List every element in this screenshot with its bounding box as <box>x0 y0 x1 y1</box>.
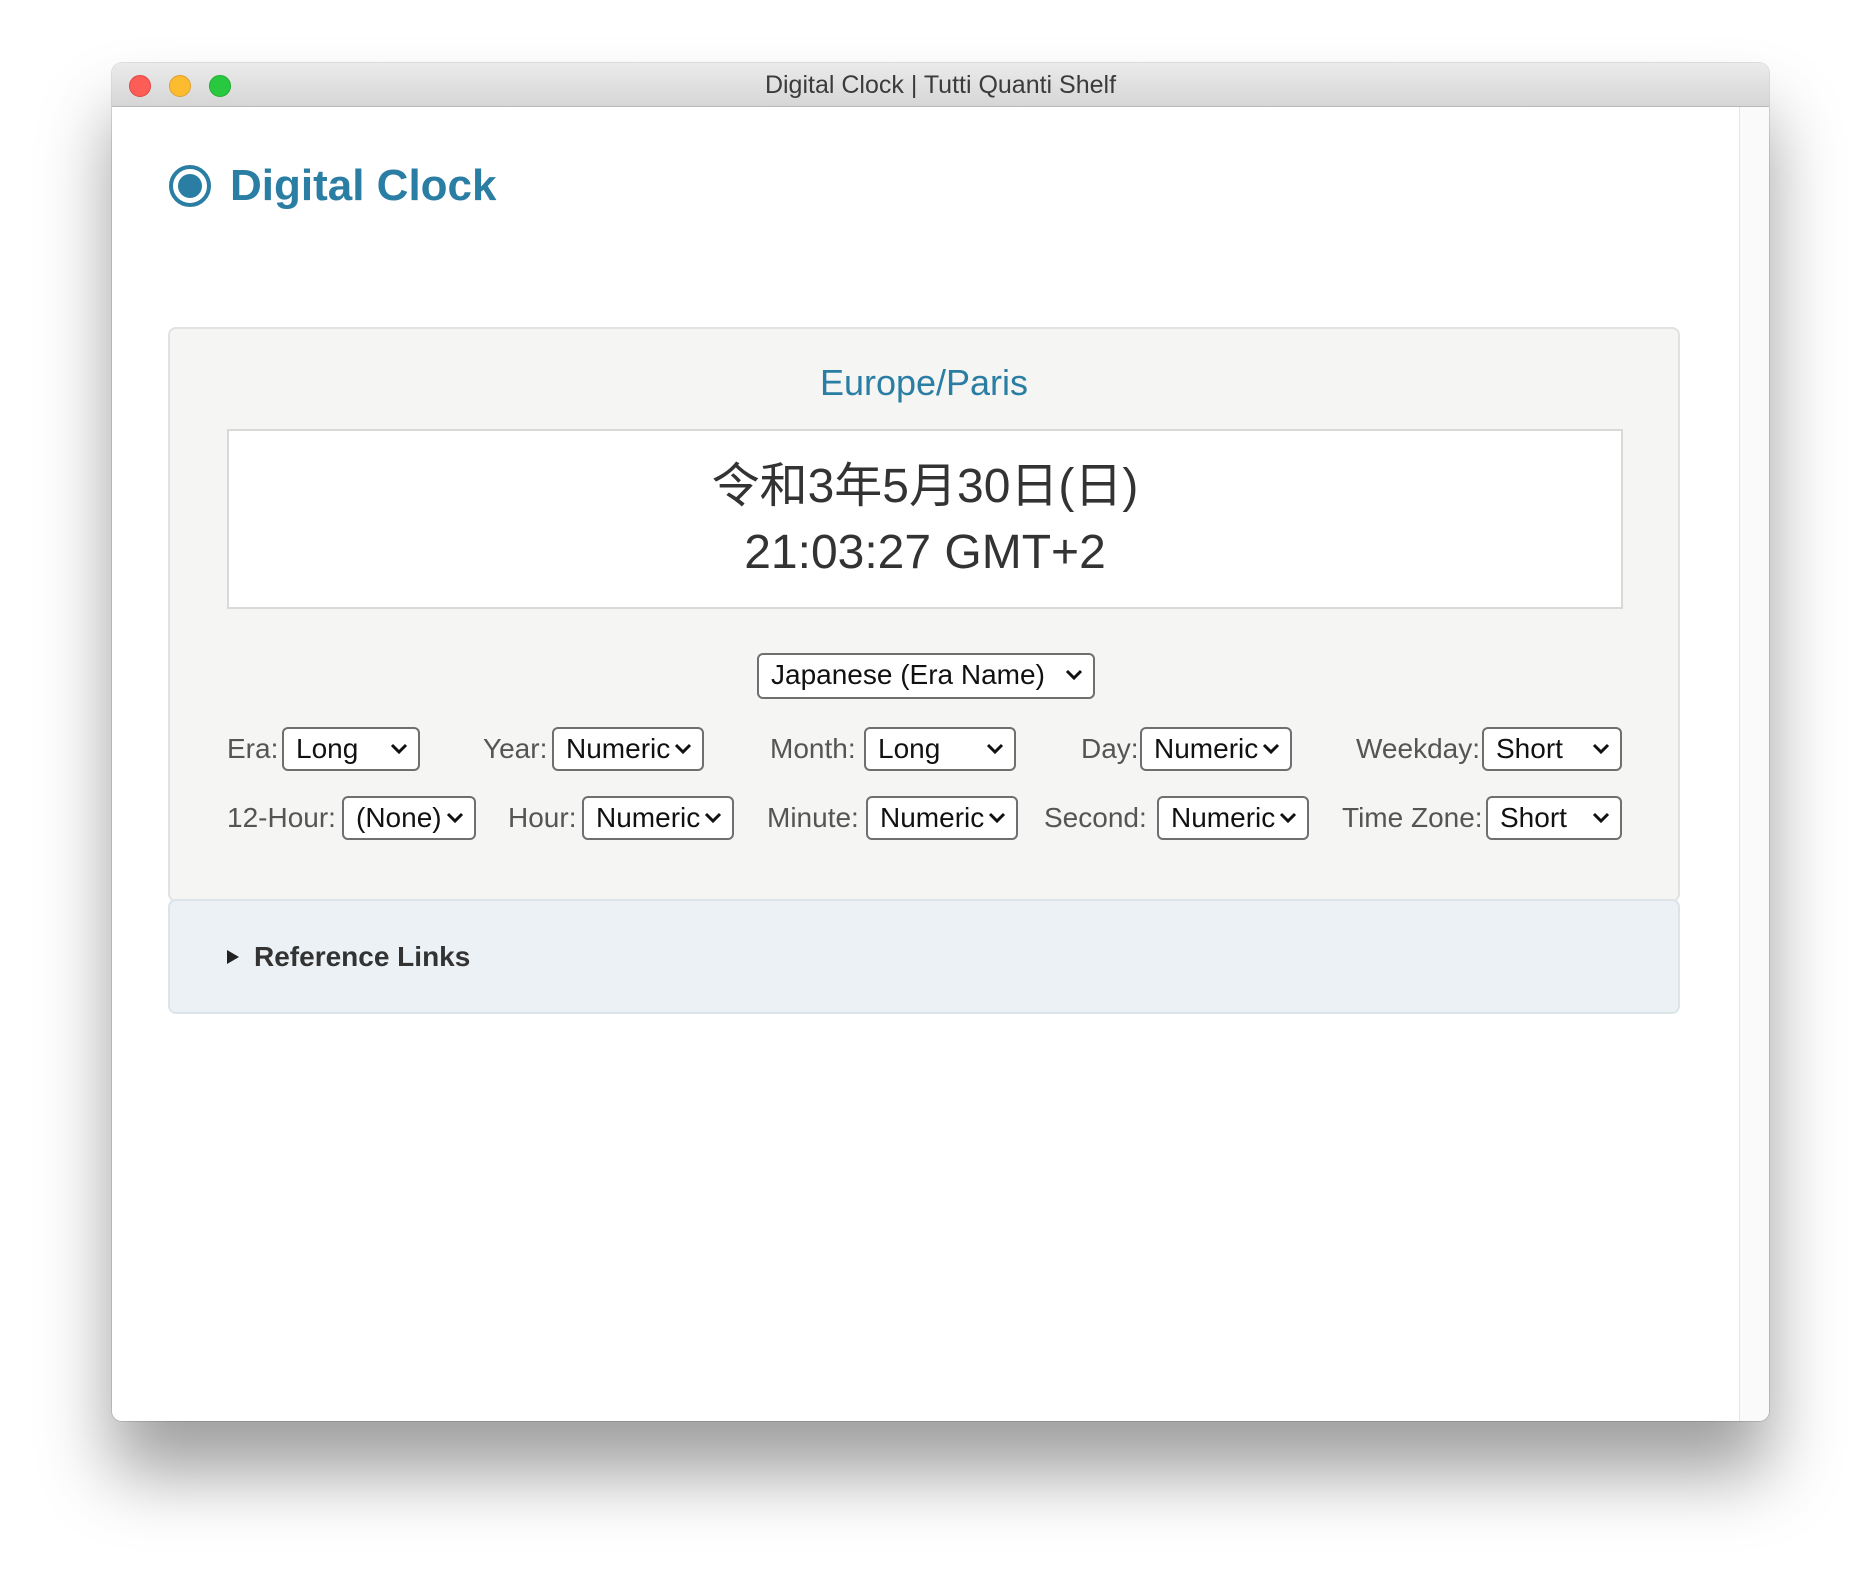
month-label: Month: <box>770 733 856 764</box>
chevron-down-icon <box>446 812 464 824</box>
timezone-label: Time Zone: <box>1342 802 1483 833</box>
hour-select-value: Numeric <box>596 802 701 833</box>
day-select-value: Numeric <box>1154 733 1259 764</box>
era-select-value: Long <box>296 733 359 764</box>
screen: Digital Clock | Tutti Quanti Shelf Digit… <box>0 0 1872 1574</box>
day-label: Day: <box>1081 733 1139 764</box>
chevron-down-icon <box>1262 743 1280 755</box>
year-select-value: Numeric <box>566 733 671 764</box>
calendar-select[interactable]: Japanese (Era Name) <box>757 653 1095 699</box>
timezone-select[interactable]: Short <box>1486 796 1622 840</box>
clock-date-text: 令和3年5月30日(日) <box>711 460 1139 513</box>
chevron-down-icon <box>390 743 408 755</box>
scrollbar-track[interactable] <box>1739 107 1769 1421</box>
hour12-select[interactable]: (None) <box>342 796 476 840</box>
clock-panel: Europe/Paris 令和3年5月30日(日) 21:03:27 GMT+2… <box>168 327 1680 902</box>
weekday-select[interactable]: Short <box>1482 727 1622 771</box>
month-select[interactable]: Long <box>864 727 1016 771</box>
hour-label: Hour: <box>508 802 577 833</box>
timezone-select-value: Short <box>1500 802 1567 833</box>
calendar-select-value: Japanese (Era Name) <box>771 659 1045 690</box>
weekday-select-value: Short <box>1496 733 1563 764</box>
hour12-label: 12-Hour: <box>227 802 336 833</box>
chevron-down-icon <box>1065 669 1083 681</box>
month-select-value: Long <box>878 733 941 764</box>
chevron-down-icon <box>1592 812 1610 824</box>
minute-label: Minute: <box>767 802 859 833</box>
minute-select[interactable]: Numeric <box>866 796 1018 840</box>
second-label: Second: <box>1044 802 1147 833</box>
reference-links-toggle[interactable]: Reference Links <box>226 935 470 979</box>
timezone-title: Europe/Paris <box>819 362 1029 403</box>
clock-time-text: 21:03:27 GMT+2 <box>744 526 1106 579</box>
chevron-down-icon <box>1592 743 1610 755</box>
chevron-down-icon <box>986 743 1004 755</box>
year-select[interactable]: Numeric <box>552 727 704 771</box>
disclosure-triangle-icon <box>227 950 239 964</box>
reference-links-label: Reference Links <box>254 941 471 972</box>
hour-select[interactable]: Numeric <box>582 796 734 840</box>
clock-display: 令和3年5月30日(日) 21:03:27 GMT+2 <box>227 429 1623 609</box>
chevron-down-icon <box>1279 812 1297 824</box>
app-window: Digital Clock | Tutti Quanti Shelf Digit… <box>112 63 1769 1421</box>
day-select[interactable]: Numeric <box>1140 727 1292 771</box>
reference-links-panel: Reference Links <box>168 899 1680 1014</box>
year-label: Year: <box>483 733 548 764</box>
second-select[interactable]: Numeric <box>1157 796 1309 840</box>
page-content: Digital Clock Europe/Paris 令和3年5月30日(日) … <box>112 107 1739 1421</box>
hour12-select-value: (None) <box>356 802 442 833</box>
weekday-label: Weekday: <box>1356 733 1480 764</box>
page-title: Digital Clock <box>230 161 497 210</box>
app-header: Digital Clock <box>168 161 497 211</box>
chevron-down-icon <box>674 743 692 755</box>
era-select[interactable]: Long <box>282 727 420 771</box>
era-label: Era: <box>227 733 279 764</box>
window-title: Digital Clock | Tutti Quanti Shelf <box>764 71 1117 99</box>
chevron-down-icon <box>704 812 722 824</box>
radio-dot-icon <box>169 165 211 207</box>
second-select-value: Numeric <box>1171 802 1276 833</box>
minute-select-value: Numeric <box>880 802 985 833</box>
chevron-down-icon <box>988 812 1006 824</box>
title-bar[interactable]: Digital Clock | Tutti Quanti Shelf <box>112 63 1769 107</box>
